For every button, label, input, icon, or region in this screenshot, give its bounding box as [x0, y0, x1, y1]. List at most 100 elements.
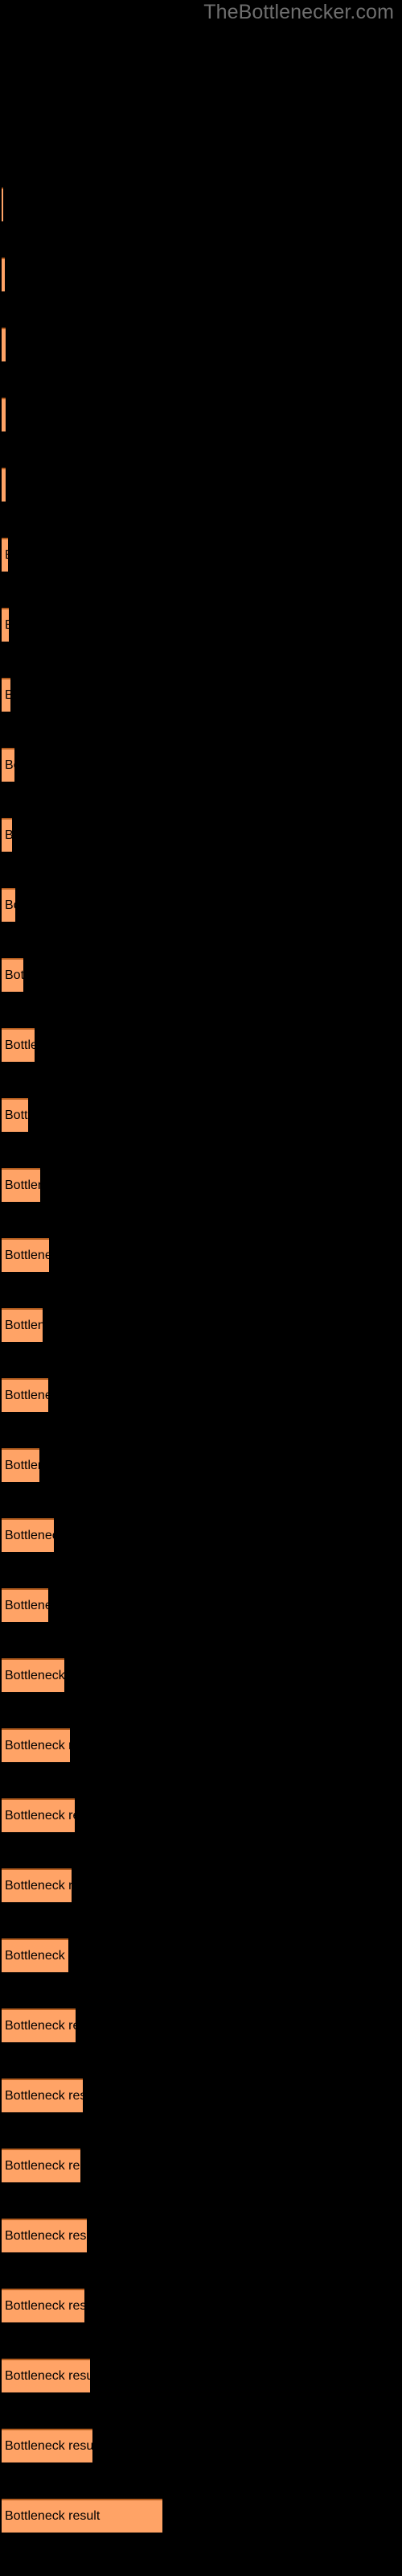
- bar-row: Bottleneck result: [0, 1518, 402, 1552]
- bar-21[interactable]: Bottleneck result: [2, 1588, 48, 1622]
- bar-row: Bottleneck result: [0, 1028, 402, 1062]
- bar-8[interactable]: Bottleneck result: [2, 678, 10, 712]
- bar-31[interactable]: Bottleneck result: [2, 2289, 84, 2322]
- bar-11[interactable]: Bottleneck result: [2, 888, 15, 922]
- bar-label: Bottleneck result: [5, 618, 9, 633]
- bar-row: Bottleneck result: [0, 1798, 402, 1832]
- bar-label: Bottleneck result: [5, 1949, 68, 1963]
- bar-14[interactable]: Bottleneck result: [2, 1098, 28, 1132]
- bar-row: Bottleneck result: [0, 1728, 402, 1762]
- bar-27[interactable]: Bottleneck result: [2, 2008, 76, 2042]
- bar-row: Bottleneck result: [0, 608, 402, 642]
- bar-chart-plot-area: Bottleneck result Bottleneck result Bottle…: [0, 0, 402, 2576]
- bar-33[interactable]: Bottleneck result: [2, 2429, 92, 2462]
- bar-label: Bottleneck result: [5, 2299, 84, 2313]
- bar-label: Bottleneck result: [5, 2509, 100, 2523]
- bar-row: Bottleneck result: [0, 1868, 402, 1902]
- bar-label: Bottleneck result: [5, 2369, 90, 2383]
- bar-row: Bottleneck result: [0, 188, 402, 221]
- bar-label: Bottleneck result: [5, 1319, 43, 1332]
- bar-label: Bottleneck result: [5, 338, 6, 353]
- bar-row: Bottleneck result: [0, 1658, 402, 1692]
- bar-label: Bottleneck result: [5, 1739, 70, 1752]
- bar-label: Bottleneck result: [5, 758, 14, 772]
- bar-2[interactable]: Bottleneck result: [2, 258, 5, 291]
- bar-label: Bottleneck result: [5, 2229, 87, 2243]
- chart-root: TheBottlenecker.com Bottleneck resultBot…: [0, 0, 402, 2576]
- bar-row: Bottleneck result: [0, 258, 402, 291]
- bar-row: Bottleneck result: [0, 1238, 402, 1272]
- bar-26[interactable]: Bottleneck result: [2, 1938, 68, 1972]
- bar-label: Bottleneck result: [5, 898, 15, 912]
- bar-18[interactable]: Bottleneck result: [2, 1378, 48, 1412]
- bar-label: Bottleneck result: [5, 1459, 39, 1472]
- bar-row: Bottleneck result: [0, 398, 402, 431]
- bar-34[interactable]: Bottleneck result: [2, 2499, 162, 2533]
- bar-row: Bottleneck result: [0, 538, 402, 572]
- bar-9[interactable]: Bottleneck result: [2, 748, 14, 782]
- bar-25[interactable]: Bottleneck result: [2, 1868, 72, 1902]
- bar-row: Bottleneck result: [0, 328, 402, 361]
- bar-30[interactable]: Bottleneck result: [2, 2219, 87, 2252]
- bar-row: Bottleneck result: [0, 2499, 402, 2533]
- bar-23[interactable]: Bottleneck result: [2, 1728, 70, 1762]
- bar-row: Bottleneck result: [0, 2219, 402, 2252]
- bar-17[interactable]: Bottleneck result: [2, 1308, 43, 1342]
- bar-row: Bottleneck result: [0, 818, 402, 852]
- bar-6[interactable]: Bottleneck result: [2, 538, 8, 572]
- bar-row: Bottleneck result: [0, 2429, 402, 2462]
- bar-row: Bottleneck result: [0, 2149, 402, 2182]
- bar-row: Bottleneck result: [0, 468, 402, 502]
- bar-label: Bottleneck result: [5, 2019, 76, 2033]
- bar-label: Bottleneck result: [5, 408, 6, 423]
- bar-label: Bottleneck result: [5, 2439, 92, 2453]
- bar-24[interactable]: Bottleneck result: [2, 1798, 75, 1832]
- bar-7[interactable]: Bottleneck result: [2, 608, 9, 642]
- bar-19[interactable]: Bottleneck result: [2, 1448, 39, 1482]
- bar-3[interactable]: Bottleneck result: [2, 328, 6, 361]
- bar-5[interactable]: Bottleneck result: [2, 468, 6, 502]
- bar-label: Bottleneck result: [5, 1879, 72, 1893]
- bar-row: Bottleneck result: [0, 2359, 402, 2392]
- bar-28[interactable]: Bottleneck result: [2, 2079, 83, 2112]
- bar-row: Bottleneck result: [0, 1308, 402, 1342]
- bar-row: Bottleneck result: [0, 2008, 402, 2042]
- bar-label: Bottleneck result: [5, 1389, 48, 1402]
- bar-label: Bottleneck result: [5, 548, 8, 563]
- bar-1[interactable]: Bottleneck result: [2, 188, 3, 221]
- bar-row: Bottleneck result: [0, 678, 402, 712]
- bar-row: Bottleneck result: [0, 1448, 402, 1482]
- bar-label: Bottleneck result: [5, 478, 6, 493]
- bar-label: Bottleneck result: [5, 688, 10, 703]
- bar-row: Bottleneck result: [0, 748, 402, 782]
- bar-row: Bottleneck result: [0, 2289, 402, 2322]
- bar-12[interactable]: Bottleneck result: [2, 958, 23, 992]
- bar-row: Bottleneck result: [0, 2079, 402, 2112]
- bar-4[interactable]: Bottleneck result: [2, 398, 6, 431]
- bar-label: Bottleneck result: [5, 1038, 35, 1052]
- bar-label: Bottleneck result: [5, 1809, 75, 1823]
- bar-15[interactable]: Bottleneck result: [2, 1168, 40, 1202]
- bar-label: Bottleneck result: [5, 1179, 40, 1192]
- bar-row: Bottleneck result: [0, 958, 402, 992]
- bar-row: Bottleneck result: [0, 1098, 402, 1132]
- bar-label: Bottleneck result: [5, 1669, 64, 1682]
- bar-29[interactable]: Bottleneck result: [2, 2149, 80, 2182]
- bar-label: Bottleneck result: [5, 968, 23, 982]
- bar-13[interactable]: Bottleneck result: [2, 1028, 35, 1062]
- bar-row: Bottleneck result: [0, 1938, 402, 1972]
- bar-label: Bottleneck result: [5, 2089, 83, 2103]
- bar-10[interactable]: Bottleneck result: [2, 818, 12, 852]
- bar-row: Bottleneck result: [0, 1168, 402, 1202]
- bar-label: Bottleneck result: [5, 1108, 28, 1122]
- bar-row: Bottleneck result: [0, 1378, 402, 1412]
- bar-label: Bottleneck result: [5, 1249, 49, 1262]
- bar-20[interactable]: Bottleneck result: [2, 1518, 54, 1552]
- bar-label: Bottleneck result: [5, 828, 12, 843]
- bar-row: Bottleneck result: [0, 888, 402, 922]
- bar-row: Bottleneck result: [0, 1588, 402, 1622]
- bar-22[interactable]: Bottleneck result: [2, 1658, 64, 1692]
- bar-32[interactable]: Bottleneck result: [2, 2359, 90, 2392]
- bar-16[interactable]: Bottleneck result: [2, 1238, 49, 1272]
- bar-label: Bottleneck result: [5, 1599, 48, 1612]
